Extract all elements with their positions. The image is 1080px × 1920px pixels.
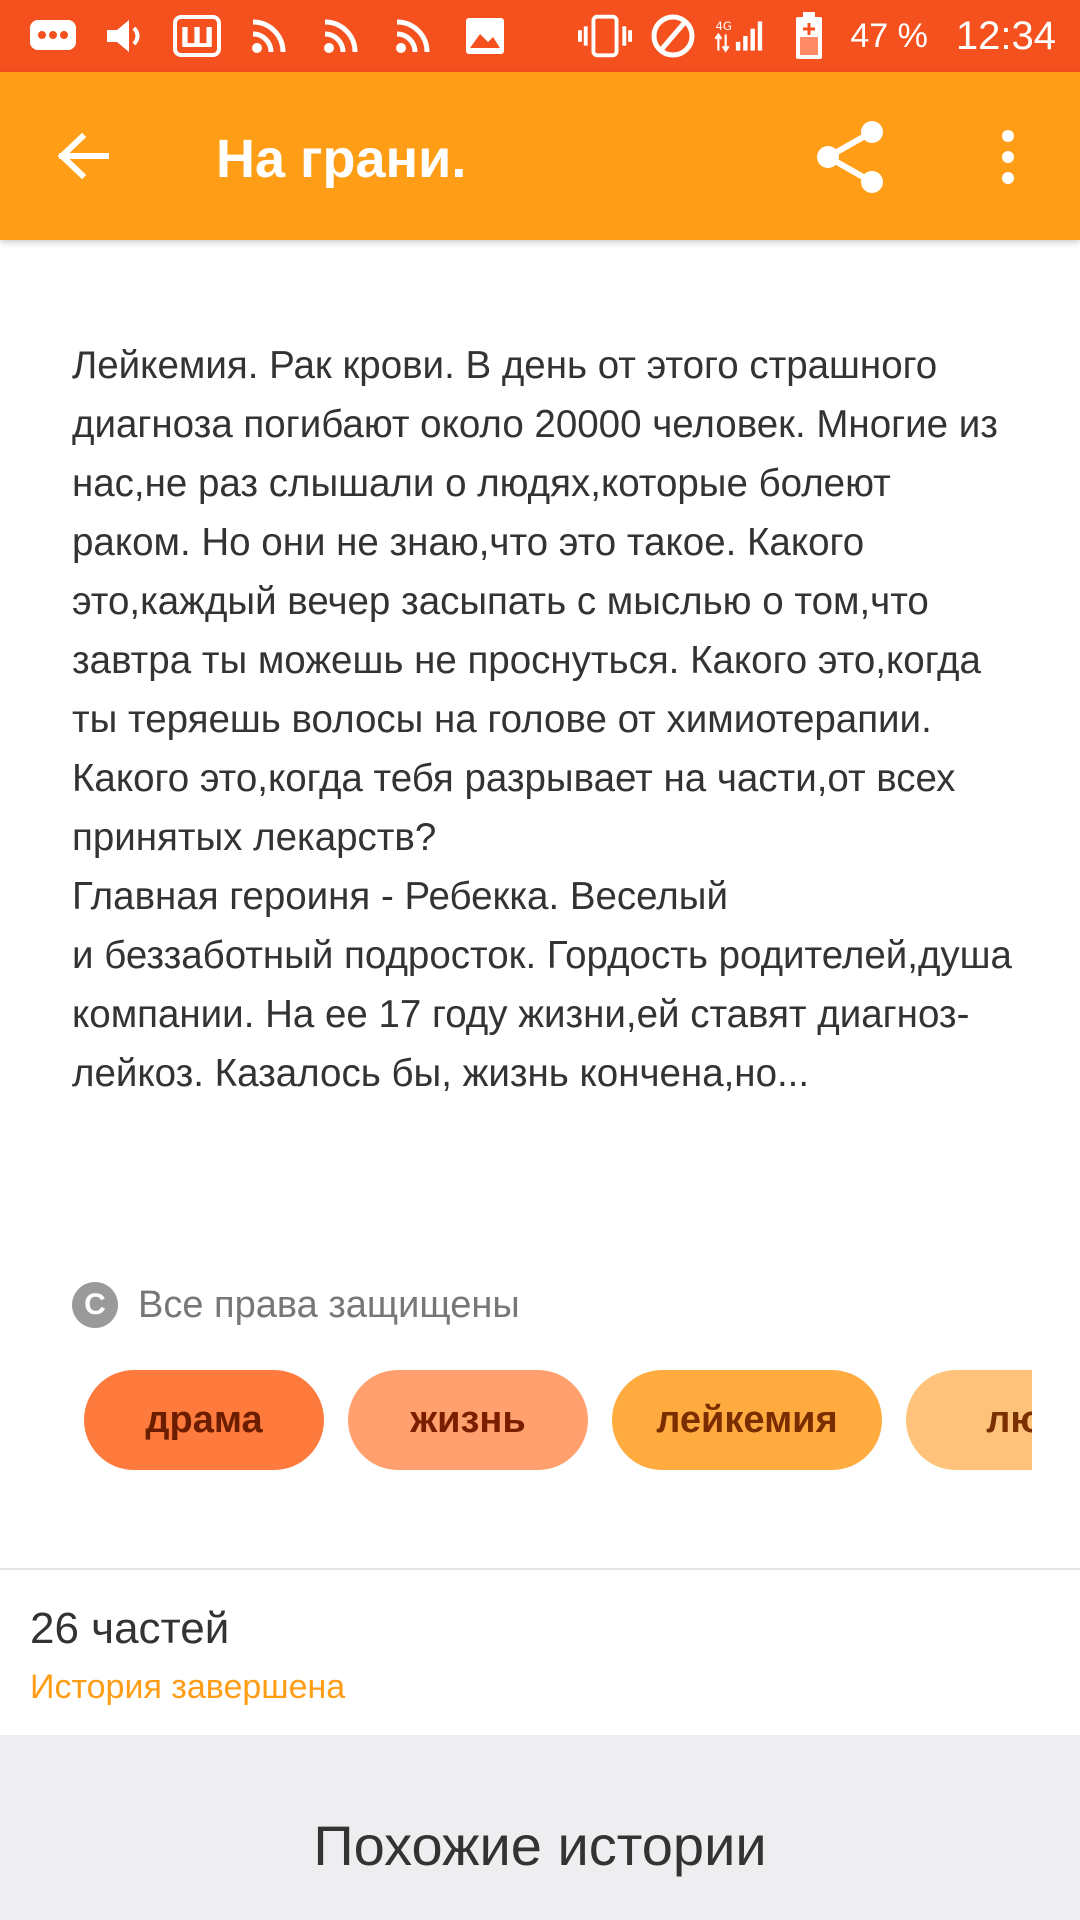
rss-icon: [386, 9, 440, 63]
description-paragraph: Лейкемия. Рак крови. В день от этого стр…: [72, 344, 998, 859]
tag-chip[interactable]: лейкемия: [612, 1370, 882, 1470]
do-not-disturb-icon: [646, 9, 700, 63]
tag-chip[interactable]: люб: [906, 1370, 1032, 1470]
tag-label: жизнь: [410, 1398, 526, 1441]
tag-label: лейкемия: [656, 1398, 838, 1441]
rss-icon: [242, 9, 296, 63]
similar-stories-section: Похожие истории: [0, 1735, 1080, 1920]
tag-chip[interactable]: жизнь: [348, 1370, 588, 1470]
page-title: На грани.: [216, 129, 467, 189]
status-bar: Ш 4G 47 % 12:34: [0, 0, 1080, 72]
messages-icon: [26, 9, 80, 63]
divider: [0, 1568, 1080, 1570]
more-options-button[interactable]: [978, 112, 1038, 202]
svg-text:Ш: Ш: [180, 21, 215, 54]
clock: 12:34: [955, 13, 1056, 58]
arrow-left-icon: [58, 133, 109, 179]
rss-icon: [314, 9, 368, 63]
tag-label: драма: [145, 1398, 263, 1441]
vibrate-icon: [578, 9, 633, 63]
volume-icon: [98, 9, 152, 63]
story-description: Лейкемия. Рак крови. В день от этого стр…: [72, 336, 1012, 1103]
story-status: История завершена: [30, 1668, 346, 1706]
app-bar: На грани.: [0, 72, 1080, 240]
parts-count: 26 частей: [30, 1604, 230, 1653]
more-vert-icon: [1002, 130, 1014, 184]
tag-label: люб: [986, 1398, 1032, 1441]
share-icon: [817, 121, 883, 193]
network-type: 4G: [716, 19, 732, 33]
copyright-notice: C Все права защищены: [72, 1278, 520, 1332]
battery-percent: 47 %: [850, 16, 928, 55]
share-button[interactable]: [806, 112, 896, 202]
tags-list[interactable]: драма жизнь лейкемия люб: [84, 1370, 1032, 1470]
back-button[interactable]: [44, 116, 124, 196]
copyright-icon: C: [72, 1282, 118, 1328]
battery-icon: [782, 9, 836, 63]
description-paragraph: Главная героиня - Ребекка. Веселый: [72, 875, 728, 918]
similar-stories-title: Похожие истории: [313, 1814, 767, 1877]
signal-icon: 4G: [714, 9, 768, 63]
image-icon: [458, 9, 512, 63]
tag-chip[interactable]: драма: [84, 1370, 324, 1470]
app-icon-sh: Ш: [170, 9, 224, 63]
description-paragraph: и беззаботный подросток. Гордость родите…: [72, 934, 1012, 1095]
copyright-text: Все права защищены: [138, 1283, 520, 1326]
